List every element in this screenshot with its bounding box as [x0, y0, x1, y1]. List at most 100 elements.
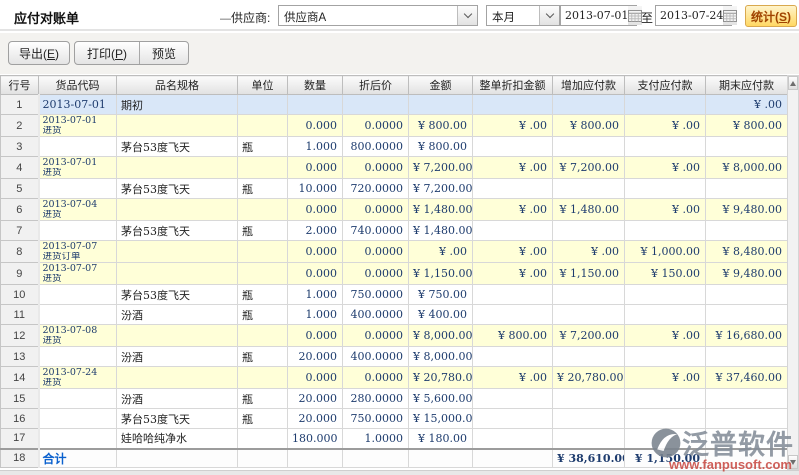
cell-unit: 瓶 [238, 389, 288, 409]
calendar-icon[interactable] [723, 6, 737, 25]
cell-price: 1.0000 [343, 429, 409, 449]
column-header-ending[interactable]: 期末应付款 [706, 76, 788, 95]
vertical-scrollbar[interactable] [787, 75, 799, 470]
cell-name [117, 115, 238, 137]
period-select[interactable]: 本月 [486, 5, 560, 26]
date-from-input[interactable]: 2013-07-01 [560, 5, 637, 26]
cell-no: 7 [1, 221, 39, 241]
cell-increase: ¥ 7,200.00 [553, 325, 625, 347]
cell-unit [238, 449, 288, 468]
cell-amount: ¥ 20,780.00 [409, 367, 473, 389]
table-row-2[interactable]: 22013-07-01进货0.0000.0000¥ 800.00¥ .00¥ 8… [1, 115, 788, 137]
cell-amount [409, 449, 473, 468]
cell-code: 2013-07-07进货 [39, 263, 117, 285]
table-row-5[interactable]: 5茅台53度飞天瓶10.000720.0000¥ 7,200.00 [1, 179, 788, 199]
print-preview-button-group: 打印(P) 预览 [74, 41, 189, 65]
table-row-13[interactable]: 13汾酒瓶20.000400.0000¥ 8,000.00 [1, 347, 788, 367]
cell-unit: 瓶 [238, 221, 288, 241]
cell-price: 0.0000 [343, 199, 409, 221]
cell-qty: 1.000 [288, 285, 343, 305]
cell-discount [473, 449, 553, 468]
cell-ending [706, 449, 788, 468]
table-row-18[interactable]: 18合计¥ 38,610.00¥ 1,150.00 [1, 449, 788, 468]
column-header-no[interactable]: 行号 [1, 76, 39, 95]
column-header-pay[interactable]: 支付应付款 [625, 76, 706, 95]
cell-ending: ¥ .00 [706, 95, 788, 115]
table-row-4[interactable]: 42013-07-01进货0.0000.0000¥ 7,200.00¥ .00¥… [1, 157, 788, 179]
cell-name [117, 199, 238, 221]
table-row-12[interactable]: 122013-07-08进货0.0000.0000¥ 8,000.00¥ 800… [1, 325, 788, 347]
cell-ending [706, 137, 788, 157]
table-row-3[interactable]: 3茅台53度飞天瓶1.000800.0000¥ 800.00 [1, 137, 788, 157]
cell-name: 茅台53度飞天 [117, 285, 238, 305]
table-row-6[interactable]: 62013-07-04进货0.0000.0000¥ 1,480.00¥ .00¥… [1, 199, 788, 221]
cell-discount [473, 221, 553, 241]
cell-amount: ¥ 400.00 [409, 305, 473, 325]
cell-unit [238, 241, 288, 263]
table-row-1[interactable]: 12013-07-01期初¥ .00 [1, 95, 788, 115]
cell-increase [553, 347, 625, 367]
cell-increase: ¥ 38,610.00 [553, 449, 625, 468]
cell-qty: 0.000 [288, 325, 343, 347]
cell-name: 茅台53度飞天 [117, 409, 238, 429]
table-row-17[interactable]: 17娃哈哈纯净水180.0001.0000¥ 180.00 [1, 429, 788, 449]
cell-code [39, 179, 117, 199]
cell-price: 720.0000 [343, 179, 409, 199]
table-row-15[interactable]: 15汾酒瓶20.000280.0000¥ 5,600.00 [1, 389, 788, 409]
stats-button[interactable]: 统计(S) [745, 5, 797, 27]
cell-code [39, 221, 117, 241]
chevron-down-icon[interactable] [539, 6, 559, 25]
chevron-down-icon[interactable] [457, 6, 477, 25]
cell-unit: 瓶 [238, 409, 288, 429]
cell-qty: 0.000 [288, 367, 343, 389]
cell-name [117, 325, 238, 347]
supplier-select[interactable]: 供应商A [278, 5, 478, 26]
statement-grid: 行号货品代码品名规格单位数量折后价金额整单折扣金额增加应付款支付应付款期末应付款… [0, 75, 788, 468]
cell-discount: ¥ .00 [473, 367, 553, 389]
page-title: 应付对账单 [14, 8, 79, 27]
column-header-qty[interactable]: 数量 [288, 76, 343, 95]
table-row-9[interactable]: 92013-07-07进货0.0000.0000¥ 1,150.00¥ .00¥… [1, 263, 788, 285]
cell-unit [238, 157, 288, 179]
column-header-discount[interactable]: 整单折扣金额 [473, 76, 553, 95]
preview-button[interactable]: 预览 [139, 42, 188, 64]
table-row-16[interactable]: 16茅台53度飞天瓶20.000750.0000¥ 15,000.00 [1, 409, 788, 429]
column-header-unit[interactable]: 单位 [238, 76, 288, 95]
cell-qty: 180.000 [288, 429, 343, 449]
table-row-8[interactable]: 82013-07-07进货订单0.0000.0000¥ .00¥ .00¥ .0… [1, 241, 788, 263]
export-button[interactable]: 导出(E) [8, 41, 70, 65]
print-button[interactable]: 打印(P) [75, 42, 139, 64]
cell-no: 10 [1, 285, 39, 305]
horizontal-scrollbar[interactable] [0, 470, 799, 475]
cell-unit [238, 367, 288, 389]
column-header-price[interactable]: 折后价 [343, 76, 409, 95]
cell-qty: 1.000 [288, 305, 343, 325]
cell-no: 8 [1, 241, 39, 263]
cell-discount: ¥ .00 [473, 263, 553, 285]
cell-amount: ¥ 5,600.00 [409, 389, 473, 409]
cell-price: 750.0000 [343, 409, 409, 429]
table-row-10[interactable]: 10茅台53度飞天瓶1.000750.0000¥ 750.00 [1, 285, 788, 305]
cell-discount: ¥ .00 [473, 199, 553, 221]
scroll-up-icon[interactable] [788, 76, 798, 90]
cell-name [117, 449, 238, 468]
scroll-down-icon[interactable] [788, 455, 798, 469]
cell-name: 汾酒 [117, 305, 238, 325]
date-to-input[interactable]: 2013-07-24 [655, 5, 732, 26]
column-header-code[interactable]: 货品代码 [39, 76, 117, 95]
cell-pay [625, 285, 706, 305]
cell-code [39, 285, 117, 305]
cell-amount: ¥ .00 [409, 241, 473, 263]
cell-increase [553, 95, 625, 115]
column-header-increase[interactable]: 增加应付款 [553, 76, 625, 95]
table-row-11[interactable]: 11汾酒瓶1.000400.0000¥ 400.00 [1, 305, 788, 325]
table-row-7[interactable]: 7茅台53度飞天瓶2.000740.0000¥ 1,480.00 [1, 221, 788, 241]
cell-discount [473, 179, 553, 199]
cell-code: 2013-07-08进货 [39, 325, 117, 347]
column-header-name[interactable]: 品名规格 [117, 76, 238, 95]
cell-discount [473, 95, 553, 115]
cell-no: 15 [1, 389, 39, 409]
table-row-14[interactable]: 142013-07-24进货0.0000.0000¥ 20,780.00¥ .0… [1, 367, 788, 389]
column-header-amount[interactable]: 金额 [409, 76, 473, 95]
cell-unit [238, 95, 288, 115]
